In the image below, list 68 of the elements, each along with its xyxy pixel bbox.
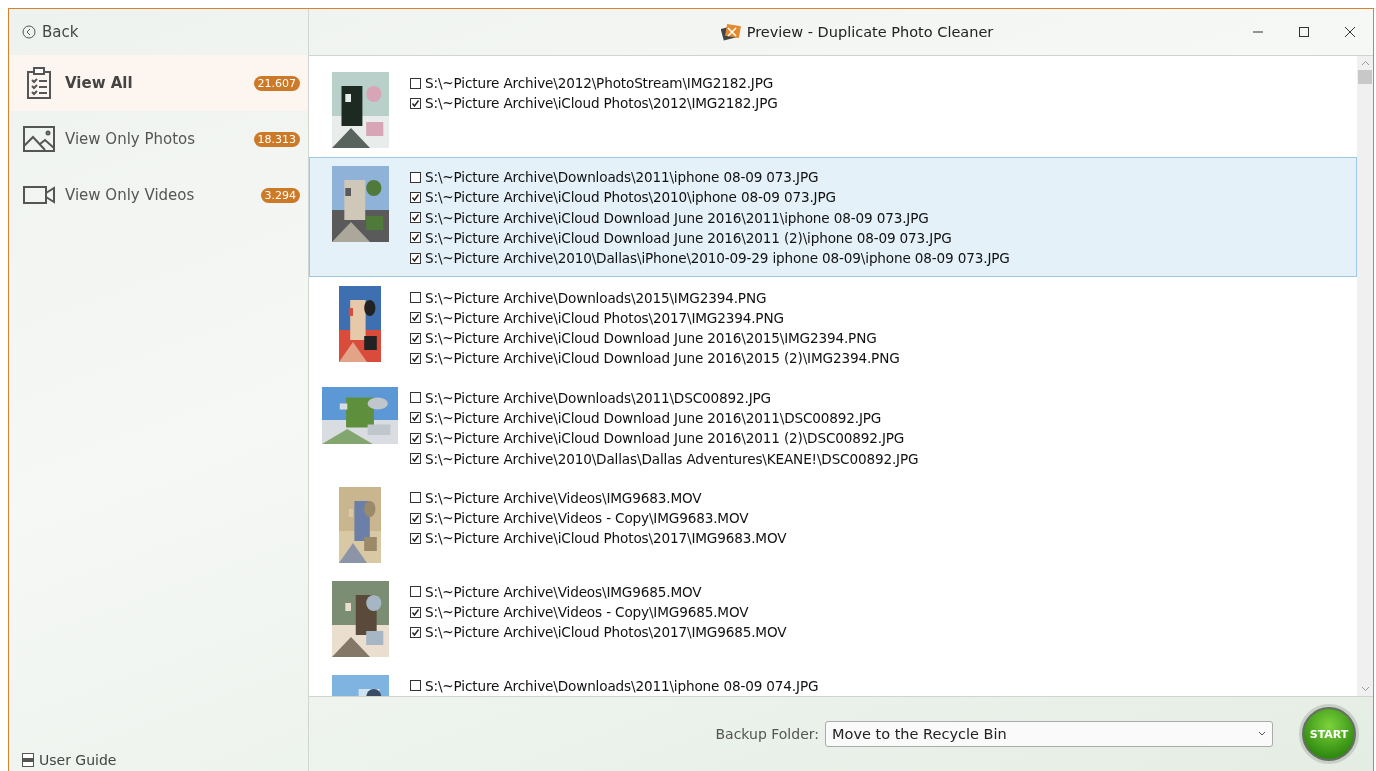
checkbox[interactable] (410, 77, 421, 89)
file-path: S:\~Picture Archive\2010\Dallas\Dallas Adventures\KEANE!\DSC00892.JPG (425, 450, 919, 467)
checkbox[interactable] (410, 586, 421, 598)
file-path: S:\~Picture Archive\Videos - Copy\IMG9683.MOV (425, 510, 749, 527)
dropdown-caret-icon (1258, 731, 1266, 738)
maximize-icon (1298, 25, 1310, 38)
checkbox[interactable] (410, 232, 421, 244)
checkbox[interactable] (410, 312, 421, 324)
checkbox[interactable] (410, 392, 421, 404)
sidebar-item[interactable]: View All 21.607 (9, 55, 308, 111)
checkbox[interactable] (410, 432, 421, 444)
backup-folder-label: Backup Folder: (715, 726, 819, 743)
file-path: S:\~Picture Archive\iCloud Photos\2017\IMG9685.MOV (425, 624, 787, 641)
checkbox[interactable] (410, 97, 421, 109)
checkbox[interactable] (410, 292, 421, 303)
checkbox[interactable] (410, 626, 421, 638)
checkbox[interactable] (410, 492, 421, 504)
count-badge: 18.313 (253, 131, 300, 147)
selected-group-highlight[interactable] (309, 156, 1357, 278)
scroll-down-icon (1360, 686, 1370, 693)
file-path: S:\~Picture Archive\iCloud Download June 2016\2011\DSC00892.JPG (425, 410, 882, 426)
file-path: S:\~Picture Archive\iCloud Download June 2016\2011 (2)\DSC00892.JPG (425, 430, 905, 447)
sidebar-item[interactable]: View Only Videos 3.294 (9, 167, 308, 223)
close-icon (1344, 25, 1356, 38)
checkbox[interactable] (410, 453, 421, 465)
file-path: S:\~Picture Archive\iCloud Photos\2017\IMG9683.MOV (425, 530, 787, 547)
checkbox[interactable] (410, 512, 421, 524)
back-button[interactable]: Back (9, 9, 308, 55)
file-path: S:\~Picture Archive\iCloud Download June 2016\2015 (2)\IMG2394.PNG (425, 350, 900, 367)
file-path: S:\~Picture Archive\2012\PhotoStream\IMG2182.JPG (425, 75, 774, 91)
file-path: S:\~Picture Archive\Downloads\2011\iphone 08-09 073.JPG (425, 169, 819, 185)
checkbox[interactable] (410, 412, 421, 424)
file-path: S:\~Picture Archive\iCloud Download June 2016\2011\iphone 08-09 073.JPG (425, 209, 929, 226)
scroll-up-icon (1360, 59, 1370, 66)
file-path: S:\~Picture Archive\Downloads\2011\iphone 08-09 074.JPG (425, 677, 819, 694)
file-path: S:\~Picture Archive\iCloud Photos\2012\IMG2182.JPG (425, 95, 778, 112)
file-path: S:\~Picture Archive\iCloud Download June 2016\2015\IMG2394.PNG (425, 330, 877, 347)
checkbox[interactable] (410, 352, 421, 364)
file-path: S:\~Picture Archive\Downloads\2015\IMG2394.PNG (425, 289, 767, 306)
checkbox[interactable] (410, 606, 421, 618)
user-guide-link[interactable]: User Guide (9, 752, 308, 771)
checkbox[interactable] (410, 332, 421, 344)
checkbox[interactable] (410, 532, 421, 544)
checkbox[interactable] (410, 212, 421, 224)
file-path: S:\~Picture Archive\Downloads\2011\DSC00892.JPG (425, 389, 771, 406)
checkbox[interactable] (410, 191, 421, 203)
scrollbar[interactable] (1357, 55, 1373, 697)
count-badge: 3.294 (260, 187, 300, 203)
checkbox[interactable] (410, 252, 421, 264)
file-path: S:\~Picture Archive\Videos - Copy\IMG9685.MOV (425, 604, 749, 621)
backup-folder-dropdown[interactable]: Move to the Recycle Bin (825, 721, 1273, 748)
file-path: S:\~Picture Archive\iCloud Photos\2017\IMG2394.PNG (425, 309, 784, 326)
window-title: Preview - Duplicate Photo Cleaner (746, 23, 994, 40)
file-path: S:\~Picture Archive\iCloud Download June 2016\2011 (2)\iphone 08-09 073.JPG (425, 229, 952, 246)
pdf-file-icon (21, 753, 35, 767)
file-path: S:\~Picture Archive\Videos\IMG9683.MOV (425, 489, 702, 506)
image-icon (23, 126, 55, 152)
app-logo-icon (720, 22, 741, 41)
file-path: S:\~Picture Archive\2010\Dallas\iPhone\2010-09-29 iphone 08-09\iphone 08-09 073.JPG (425, 250, 1010, 267)
scroll-thumb[interactable] (1358, 69, 1372, 84)
count-badge: 21.607 (253, 75, 300, 91)
video-camera-icon (23, 186, 55, 204)
file-path: S:\~Picture Archive\Videos\IMG9685.MOV (425, 583, 702, 600)
sidebar-item[interactable]: View Only Photos 18.313 (9, 111, 308, 167)
clipboard-icon (26, 67, 52, 99)
checkbox[interactable] (410, 171, 421, 183)
checkbox[interactable] (410, 680, 421, 692)
file-path: S:\~Picture Archive\iCloud Photos\2010\iphone 08-09 073.JPG (425, 189, 836, 206)
